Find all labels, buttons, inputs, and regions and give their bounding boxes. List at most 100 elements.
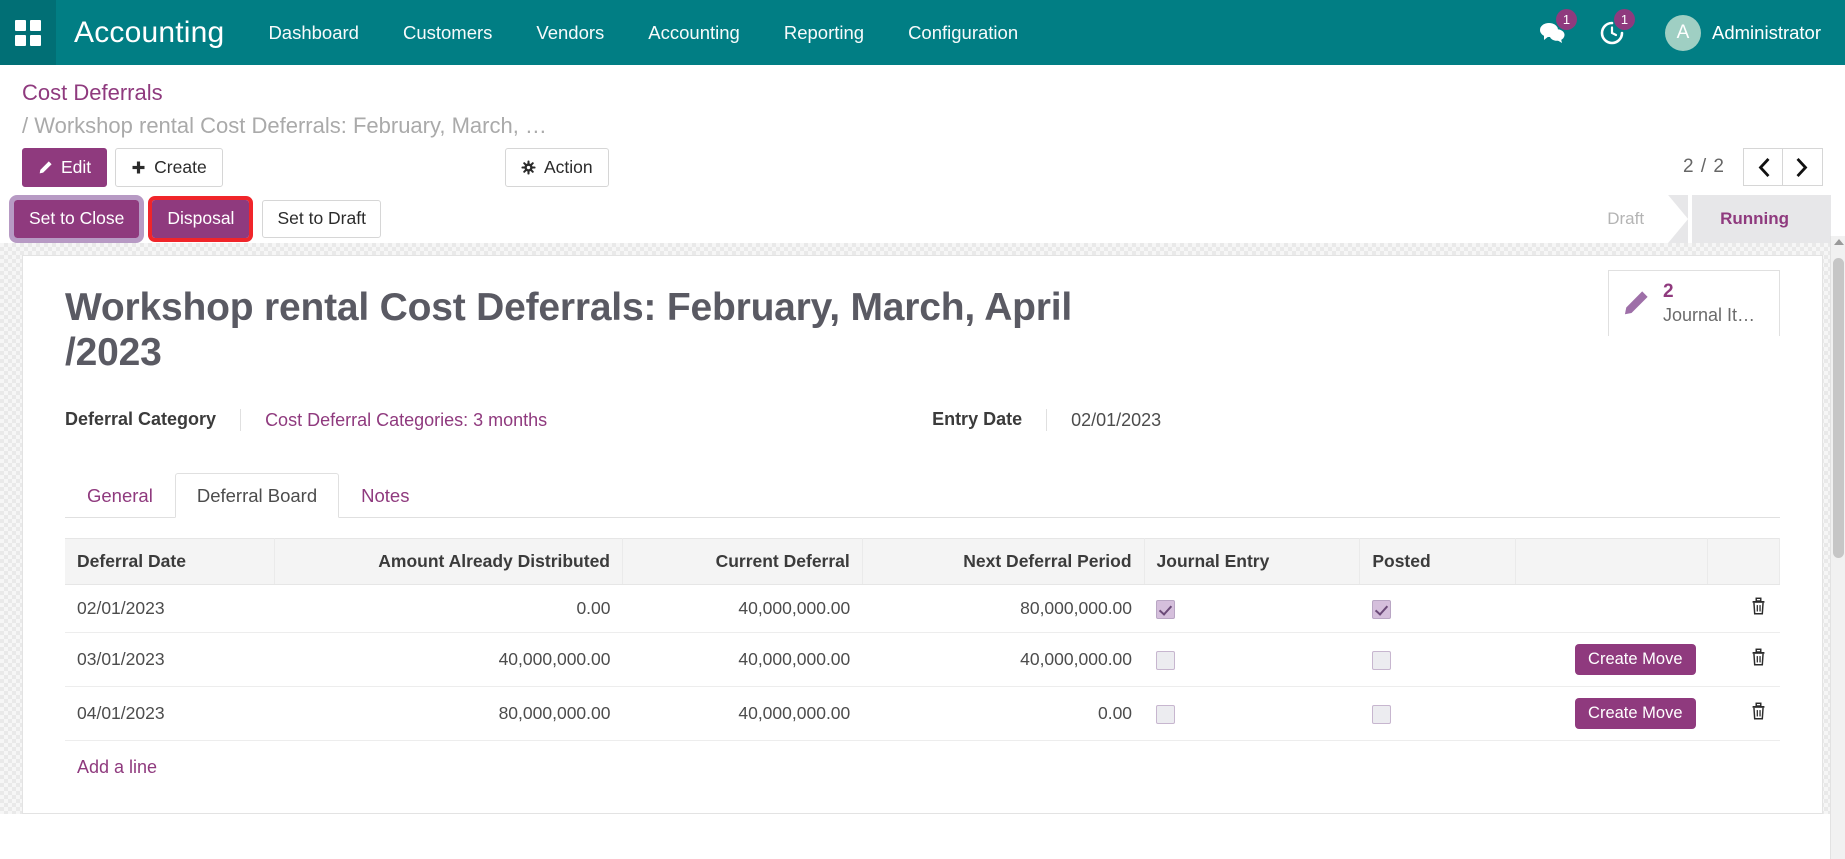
edit-button[interactable]: Edit — [22, 148, 108, 187]
apps-grid-icon — [15, 19, 41, 46]
journal-items-smart-button[interactable]: 2 Journal It… — [1608, 269, 1780, 336]
breadcrumb-current-label: Workshop rental Cost Deferrals: February… — [34, 112, 547, 138]
cell-deferral-date: 02/01/2023 — [65, 584, 275, 634]
scrollbar-thumb[interactable] — [1833, 258, 1844, 558]
table-body: 02/01/2023 0.00 40,000,000.00 80,000,000… — [65, 584, 1780, 742]
menu-item-accounting[interactable]: Accounting — [626, 0, 762, 65]
form-sheet: 2 Journal It… Workshop rental Cost Defer… — [22, 254, 1823, 814]
status-button-row: Set to Close Disposal Set to Draft Draft… — [0, 194, 1845, 243]
navbar-systray: 1 1 A Administrator — [1525, 0, 1829, 65]
cell-journal-entry — [1144, 584, 1360, 634]
apps-menu-button[interactable] — [0, 0, 56, 65]
deferral-board-table: Deferral Date Amount Already Distributed… — [65, 538, 1780, 742]
cell-action: Create Move — [1515, 632, 1708, 688]
journal-entry-checkbox[interactable] — [1156, 651, 1176, 671]
cell-current-deferral: 40,000,000.00 — [622, 686, 863, 742]
delete-row-button[interactable] — [1749, 648, 1768, 671]
entry-date-label: Entry Date — [932, 409, 1023, 430]
pager-count: 2 / 2 — [1683, 156, 1725, 178]
trash-icon — [1752, 597, 1764, 615]
action-menu-button[interactable]: Action — [505, 148, 609, 187]
messaging-menu-button[interactable]: 1 — [1525, 0, 1579, 65]
action-menu-wrapper: Action — [505, 148, 609, 187]
plus-icon — [132, 161, 145, 174]
breadcrumb-root-link[interactable]: Cost Deferrals — [22, 80, 163, 105]
tab-deferral-board[interactable]: Deferral Board — [174, 473, 340, 519]
table-header-row: Deferral Date Amount Already Distributed… — [65, 538, 1780, 586]
delete-row-button[interactable] — [1749, 597, 1768, 620]
cell-delete — [1707, 632, 1780, 688]
user-menu-button[interactable]: A Administrator — [1645, 14, 1829, 51]
tab-notes[interactable]: Notes — [339, 473, 431, 518]
entry-date-value[interactable]: 02/01/2023 — [1046, 409, 1346, 432]
menu-item-customers[interactable]: Customers — [381, 0, 514, 65]
user-name-label: Administrator — [1712, 21, 1821, 43]
menu-item-reporting[interactable]: Reporting — [762, 0, 886, 65]
trash-icon — [1752, 648, 1764, 666]
posted-checkbox[interactable] — [1371, 651, 1391, 671]
tab-general[interactable]: General — [65, 473, 175, 518]
record-toolbar: Edit Create Action 2 / 2 — [0, 139, 1845, 195]
cell-deferral-date: 04/01/2023 — [65, 686, 275, 742]
status-stage-draft[interactable]: Draft — [1579, 194, 1669, 243]
breadcrumb-current: / Workshop rental Cost Deferrals: Februa… — [22, 112, 1845, 140]
column-actions — [1515, 538, 1709, 586]
cell-current-deferral: 40,000,000.00 — [622, 632, 863, 688]
pager-buttons — [1743, 148, 1823, 187]
table-row[interactable]: 04/01/2023 80,000,000.00 40,000,000.00 0… — [65, 686, 1780, 742]
menu-item-dashboard[interactable]: Dashboard — [246, 0, 381, 65]
cell-next-deferral-period: 40,000,000.00 — [862, 632, 1145, 688]
create-button-label: Create — [154, 157, 207, 177]
cell-journal-entry — [1144, 632, 1360, 688]
scroll-up-arrow-icon[interactable] — [1834, 239, 1844, 245]
status-stage-arrow — [1668, 194, 1692, 243]
posted-checkbox[interactable] — [1371, 600, 1391, 620]
app-brand-accounting[interactable]: Accounting — [56, 16, 246, 50]
cell-posted — [1359, 632, 1516, 688]
table-row[interactable]: 02/01/2023 0.00 40,000,000.00 80,000,000… — [65, 584, 1780, 634]
field-deferral-category: Deferral Category Cost Deferral Categori… — [65, 409, 720, 432]
menu-item-configuration[interactable]: Configuration — [886, 0, 1040, 65]
cell-next-deferral-period: 80,000,000.00 — [862, 584, 1145, 634]
column-next-deferral-period: Next Deferral Period — [862, 538, 1145, 586]
journal-entry-checkbox[interactable] — [1156, 600, 1176, 620]
menu-item-vendors[interactable]: Vendors — [514, 0, 626, 65]
cell-posted — [1359, 584, 1516, 634]
cell-next-deferral-period: 0.00 — [862, 686, 1145, 742]
column-amount-already-distributed: Amount Already Distributed — [274, 538, 623, 586]
cell-amount-already-distributed: 0.00 — [274, 584, 623, 634]
smart-button-box: 2 Journal It… — [1608, 269, 1780, 336]
cell-delete — [1707, 686, 1780, 742]
main-menu: Dashboard Customers Vendors Accounting R… — [246, 0, 1040, 65]
set-to-close-button[interactable]: Set to Close — [8, 194, 145, 243]
pager-next-button[interactable] — [1783, 148, 1823, 187]
smart-button-text: 2 Journal It… — [1663, 280, 1755, 326]
activity-menu-button[interactable]: 1 — [1585, 0, 1639, 65]
delete-row-button[interactable] — [1749, 702, 1768, 725]
table-row[interactable]: 03/01/2023 40,000,000.00 40,000,000.00 4… — [65, 632, 1780, 688]
disposal-button[interactable]: Disposal — [148, 195, 254, 242]
create-move-button[interactable]: Create Move — [1575, 698, 1696, 730]
avatar: A — [1665, 14, 1702, 51]
add-a-line-button[interactable]: Add a line — [65, 741, 169, 778]
posted-checkbox[interactable] — [1371, 705, 1391, 725]
create-move-button[interactable]: Create Move — [1575, 644, 1696, 676]
status-stage-running[interactable]: Running — [1692, 194, 1831, 243]
column-journal-entry: Journal Entry — [1144, 538, 1361, 586]
column-deferral-date: Deferral Date — [65, 538, 276, 586]
column-delete — [1707, 538, 1780, 586]
create-button[interactable]: Create — [115, 148, 223, 187]
cell-journal-entry — [1144, 686, 1360, 742]
pager-previous-button[interactable] — [1743, 148, 1783, 187]
set-to-draft-button[interactable]: Set to Draft — [262, 199, 381, 238]
cell-action — [1515, 584, 1708, 634]
edit-button-label: Edit — [61, 157, 92, 177]
table-header: Deferral Date Amount Already Distributed… — [65, 538, 1780, 586]
trash-icon — [1752, 702, 1764, 720]
journal-entry-checkbox[interactable] — [1156, 705, 1176, 725]
cell-deferral-date: 03/01/2023 — [65, 632, 275, 688]
deferral-category-value[interactable]: Cost Deferral Categories: 3 months — [240, 409, 720, 432]
chevron-right-icon — [1796, 157, 1808, 177]
cell-amount-already-distributed: 40,000,000.00 — [274, 632, 623, 688]
vertical-scrollbar[interactable] — [1830, 236, 1845, 859]
